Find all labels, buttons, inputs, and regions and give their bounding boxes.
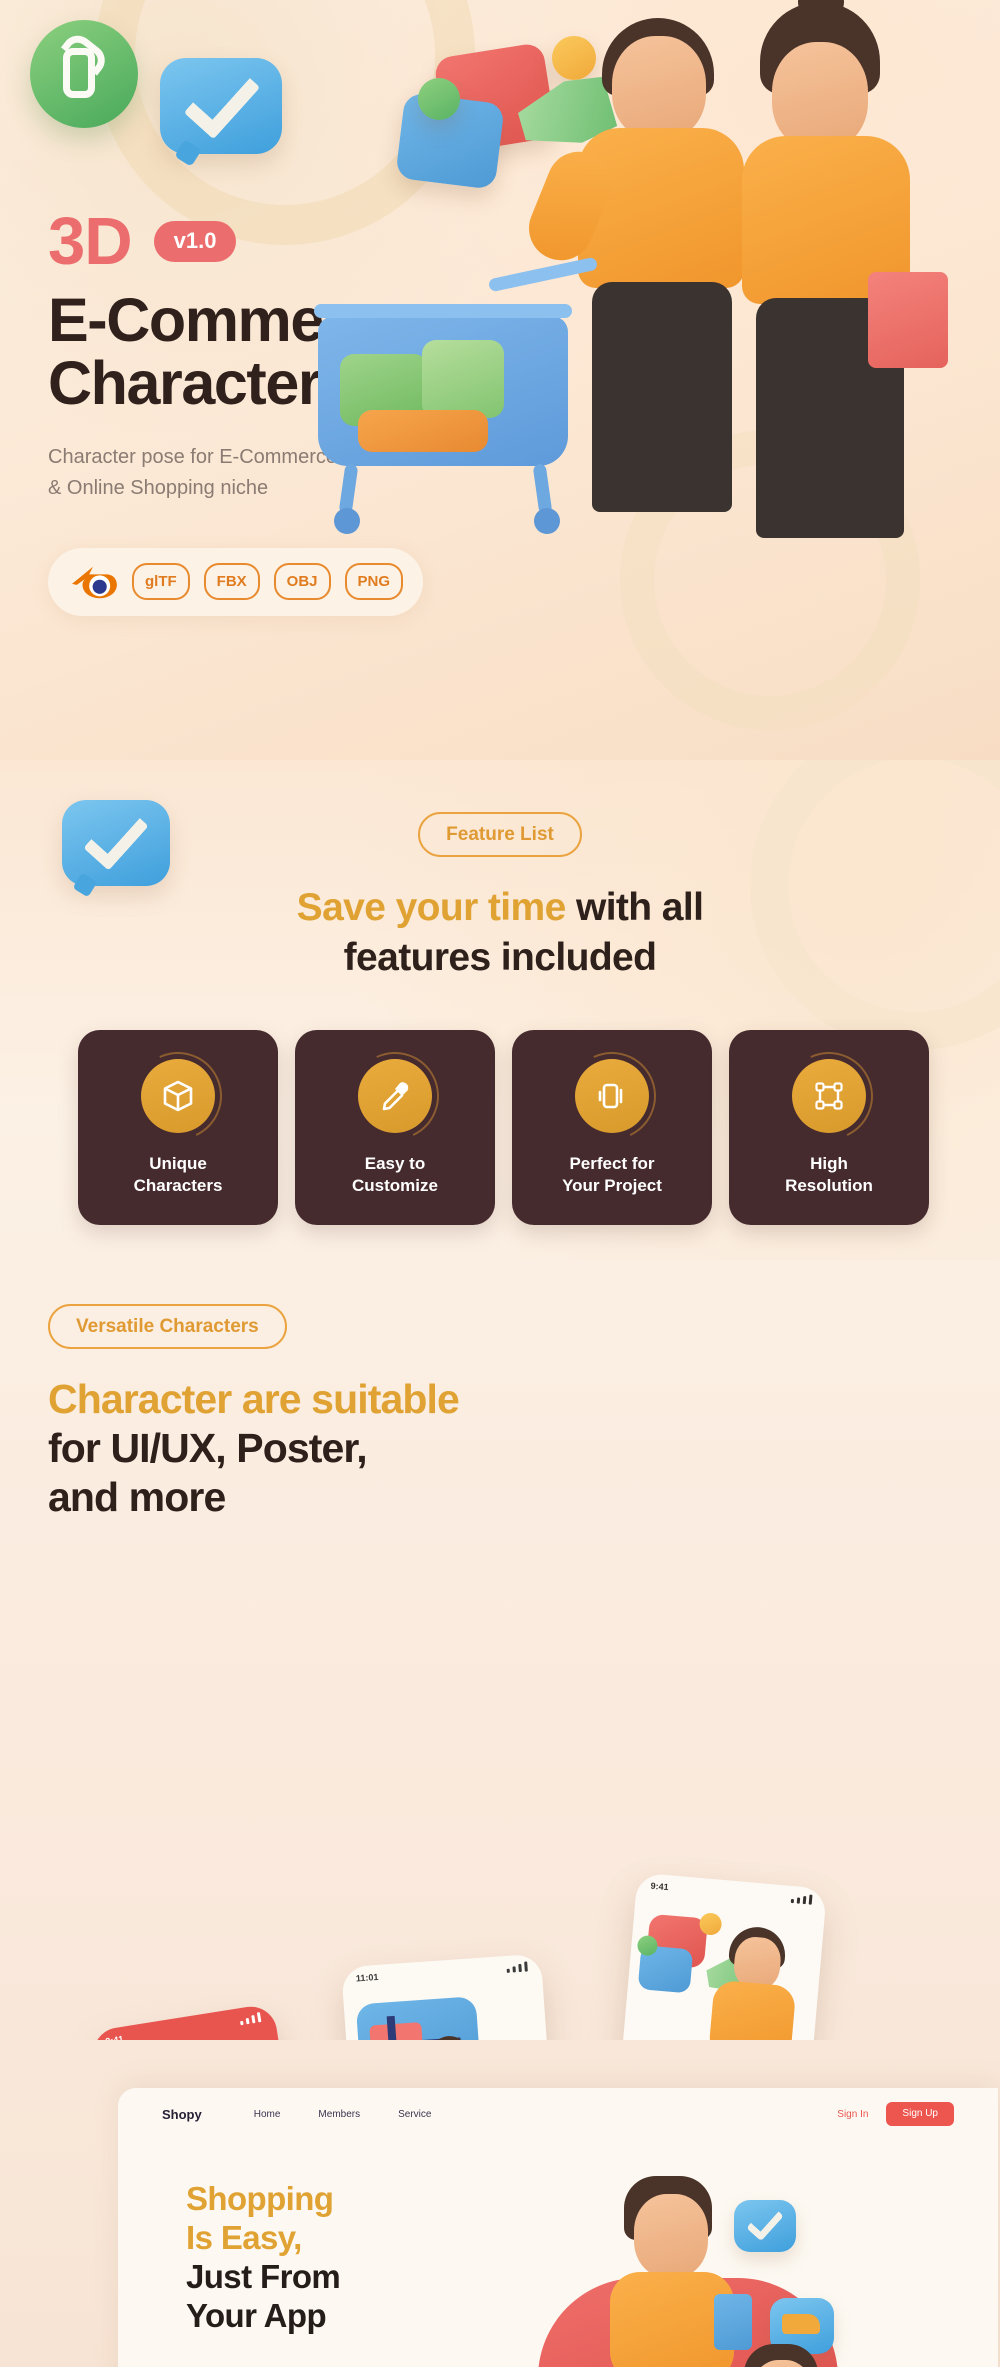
web-headline-line2: Is Easy, xyxy=(186,2218,302,2256)
format-chip-obj[interactable]: OBJ xyxy=(273,563,331,601)
versatile-heading-accent: Character are suitable xyxy=(48,1376,460,1422)
feature-card-label: Perfect for Your Project xyxy=(562,1153,662,1197)
smartphone-icon xyxy=(714,2294,752,2350)
hero-title-line2: Characters xyxy=(48,349,354,418)
signal-icon xyxy=(239,2012,262,2026)
hero-title-row: 3D v1.0 xyxy=(48,208,608,275)
feature-card-high-resolution[interactable]: High Resolution xyxy=(729,1030,929,1225)
sign-in-link[interactable]: Sign In xyxy=(837,2109,868,2120)
feature-label-line2: Customize xyxy=(352,1175,438,1195)
character-torso xyxy=(707,1979,797,2040)
phone-frame-icon xyxy=(575,1058,649,1133)
hero-subtitle-line1: Character pose for E-Commerce xyxy=(48,445,337,468)
feature-label-line1: Unique xyxy=(149,1153,207,1173)
web-headline-line1: Shopping xyxy=(186,2180,334,2217)
browser-mockup: Shopy Home Members Service Sign In Sign … xyxy=(118,2088,998,2367)
sign-up-button[interactable]: Sign Up xyxy=(886,2102,954,2126)
hero-section: 3D v1.0 E-Commerce Characters Character … xyxy=(0,0,1000,760)
feature-label-line1: High xyxy=(810,1153,848,1173)
poster-page: 3D v1.0 E-Commerce Characters Character … xyxy=(0,0,1000,2367)
features-section: Feature List Save your time with all fea… xyxy=(0,760,1000,1260)
format-badge-bar: glTF FBX OBJ PNG xyxy=(48,547,424,616)
features-header: Feature List Save your time with all fea… xyxy=(0,812,1000,983)
nav-links: Home Members Service xyxy=(254,2109,432,2120)
site-brand[interactable]: Shopy xyxy=(162,2107,202,2122)
status-time: 11:01 xyxy=(355,1971,379,1984)
feature-card-easy-to-customize[interactable]: Easy to Customize xyxy=(295,1030,495,1225)
format-chip-fbx[interactable]: FBX xyxy=(203,563,260,601)
web-headline-line4: Your App xyxy=(186,2296,327,2334)
character-head xyxy=(634,2194,708,2278)
versatile-section: Versatile Characters Character are suita… xyxy=(0,1260,1000,2040)
web-illustration xyxy=(538,2148,868,2367)
phone-mockup-tracking[interactable]: 11:01 Track your shopping items in realt… xyxy=(341,1953,569,2040)
nav-actions: Sign In Sign Up xyxy=(837,2102,954,2126)
hero-subtitle-line2: & Online Shopping niche xyxy=(48,476,269,499)
features-badge: Feature List xyxy=(418,812,582,857)
web-mockup-section: Shopy Home Members Service Sign In Sign … xyxy=(0,2040,1000,2367)
feature-label-line2: Your Project xyxy=(562,1175,662,1195)
format-chip-png[interactable]: PNG xyxy=(344,563,404,601)
hero-3d-label: 3D xyxy=(48,204,133,279)
feature-card-unique-characters[interactable]: Unique Characters xyxy=(78,1030,278,1225)
feature-icon-wrap xyxy=(338,1039,452,1153)
feature-label-line2: Resolution xyxy=(785,1175,873,1195)
nav-link-members[interactable]: Members xyxy=(318,2109,360,2120)
versatile-badge: Versatile Characters xyxy=(48,1304,287,1349)
feature-label-line1: Perfect for xyxy=(569,1153,655,1173)
feature-card-label: Easy to Customize xyxy=(352,1153,438,1197)
feature-card-label: Unique Characters xyxy=(134,1153,223,1197)
feature-label-line2: Characters xyxy=(133,1175,223,1195)
map-bubble-icon xyxy=(355,1996,482,2040)
phone-mockup-marketing[interactable]: 9:41 Set your digital marketing! The qui… xyxy=(602,1872,828,2040)
features-heading-line2: features included xyxy=(343,935,657,979)
versatile-heading: Character are suitable for UI/UX, Poster… xyxy=(48,1375,668,1523)
feature-icon-wrap xyxy=(772,1039,886,1153)
features-heading: Save your time with all features include… xyxy=(0,883,1000,983)
feature-card-label: High Resolution xyxy=(785,1153,873,1197)
site-navbar: Shopy Home Members Service Sign In Sign … xyxy=(118,2088,998,2140)
nav-link-home[interactable]: Home xyxy=(254,2109,281,2120)
cube-icon xyxy=(141,1058,215,1133)
shopping-bag-icon xyxy=(868,272,948,368)
version-badge: v1.0 xyxy=(153,221,237,262)
features-heading-accent: Save your time xyxy=(296,886,567,929)
signal-icon xyxy=(506,1961,528,1973)
eyedropper-icon xyxy=(358,1058,432,1133)
feature-icon-wrap xyxy=(121,1039,235,1153)
versatile-heading-line2: for UI/UX, Poster, xyxy=(48,1425,368,1472)
status-bar: 9:41 xyxy=(90,2003,276,2040)
status-time: 9:41 xyxy=(650,1880,670,1893)
signal-icon xyxy=(790,1893,813,1905)
feature-card-perfect-for-your-project[interactable]: Perfect for Your Project xyxy=(512,1030,712,1225)
resize-frame-icon xyxy=(792,1058,866,1133)
web-headline: Shopping Is Easy, Just From Your App xyxy=(186,2180,341,2336)
check-bubble-icon-3 xyxy=(734,2200,796,2252)
versatile-header: Versatile Characters Character are suita… xyxy=(48,1304,668,1523)
shopping-cart-illustration xyxy=(314,256,599,534)
format-chip-gltf[interactable]: glTF xyxy=(132,563,190,601)
phone-mockup-cashback[interactable]: 9:41 Shop With 40% Cashback Send message xyxy=(89,2002,336,2040)
status-bar: 9:41 xyxy=(636,1872,827,1912)
versatile-heading-line3: and more xyxy=(48,1474,226,1521)
blender-logo-icon xyxy=(68,561,118,603)
feature-card-list: Unique Characters Easy to Customize Perf… xyxy=(78,1030,933,1225)
feature-icon-wrap xyxy=(555,1039,669,1153)
feature-label-line1: Easy to xyxy=(364,1153,426,1173)
nav-link-service[interactable]: Service xyxy=(398,2109,431,2120)
features-heading-rest: with all xyxy=(565,886,704,929)
status-bar: 11:01 xyxy=(341,1954,542,1992)
web-headline-line3: Just From xyxy=(186,2257,341,2295)
